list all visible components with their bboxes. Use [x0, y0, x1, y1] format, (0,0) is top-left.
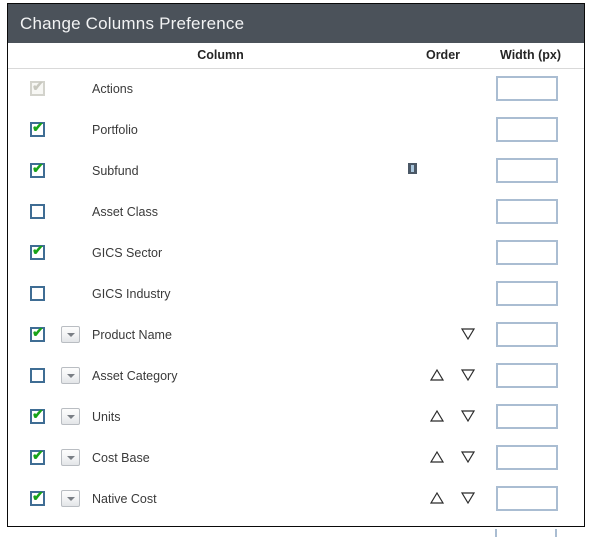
checkmark-icon: ✔: [32, 324, 44, 340]
column-header-order: Order: [425, 48, 461, 62]
columns-list: ✔ Actions ✔ Portfolio ✔ Subfund ✔ Asset Class ✔ G…: [8, 69, 584, 520]
chevron-down-icon: [67, 374, 75, 378]
column-width-input[interactable]: [496, 281, 558, 306]
chevron-down-icon: [67, 333, 75, 337]
column-visibility-checkbox[interactable]: ✔: [30, 406, 45, 424]
move-down-arrow-icon[interactable]: [460, 490, 476, 506]
checkmark-icon: ✔: [32, 447, 44, 463]
column-visibility-checkbox[interactable]: ✔: [30, 242, 45, 260]
column-header-column: Column: [197, 48, 244, 62]
column-visibility-checkbox[interactable]: ✔: [30, 488, 45, 506]
column-name-label: Portfolio: [92, 123, 138, 137]
column-width-input[interactable]: [496, 240, 558, 265]
checkmark-icon: ✔: [32, 160, 44, 176]
checkmark-icon: ✔: [32, 78, 44, 94]
column-width-input[interactable]: [496, 199, 558, 224]
row-options-dropdown-button[interactable]: [61, 367, 80, 384]
column-name-label: Cost Base: [92, 451, 150, 465]
row-options-dropdown-button[interactable]: [61, 408, 80, 425]
table-row: ✔ GICS Industry: [8, 274, 584, 315]
move-down-arrow-icon[interactable]: [460, 408, 476, 424]
dialog-title-bar: Change Columns Preference: [8, 4, 584, 43]
table-row: ✔ Portfolio: [8, 110, 584, 151]
column-visibility-checkbox[interactable]: ✔: [30, 160, 45, 178]
clipped-next-row: [7, 529, 585, 537]
checkmark-icon: ✔: [32, 488, 44, 504]
column-name-label: GICS Sector: [92, 246, 163, 260]
table-row: ✔ GICS Sector: [8, 233, 584, 274]
checkmark-icon: ✔: [32, 242, 44, 258]
column-name-label: Subfund: [92, 164, 139, 178]
column-width-input[interactable]: [496, 486, 558, 511]
column-name-label: Asset Class: [92, 205, 158, 219]
table-row: ✔ Asset Class: [8, 192, 584, 233]
column-name-label: Product Name: [92, 328, 172, 342]
column-width-input[interactable]: [496, 445, 558, 470]
table-row: ✔ Product Name: [8, 315, 584, 356]
column-width-input[interactable]: [496, 76, 558, 101]
move-up-arrow-icon[interactable]: [429, 449, 445, 465]
row-options-dropdown-button[interactable]: [61, 326, 80, 343]
width-input-clipped[interactable]: [495, 529, 557, 537]
column-width-input[interactable]: [496, 117, 558, 142]
move-down-arrow-icon[interactable]: [460, 326, 476, 342]
checkmark-icon: ✔: [32, 406, 44, 422]
column-width-input[interactable]: [496, 404, 558, 429]
table-row: ✔ Subfund: [8, 151, 584, 192]
table-row: ✔ Cost Base: [8, 438, 584, 479]
move-down-arrow-icon[interactable]: [460, 367, 476, 383]
checkmark-icon: ✔: [32, 119, 44, 135]
change-columns-preference-dialog: Change Columns Preference Column Order W…: [7, 3, 585, 527]
chevron-down-icon: [67, 497, 75, 501]
move-up-arrow-icon[interactable]: [429, 408, 445, 424]
column-width-input[interactable]: [496, 322, 558, 347]
column-visibility-checkbox[interactable]: ✔: [30, 204, 45, 219]
column-name-label: Native Cost: [92, 492, 157, 506]
table-header-row: Column Order Width (px): [8, 43, 584, 69]
move-down-arrow-icon[interactable]: [460, 449, 476, 465]
column-name-label: Actions: [92, 82, 133, 96]
chevron-down-icon: [67, 456, 75, 460]
column-visibility-checkbox[interactable]: ✔: [30, 286, 45, 301]
column-name-label: GICS Industry: [92, 287, 171, 301]
column-name-label: Asset Category: [92, 369, 178, 383]
row-options-dropdown-button[interactable]: [61, 490, 80, 507]
table-row: ✔ Native Cost: [8, 479, 584, 520]
column-visibility-checkbox[interactable]: ✔: [30, 119, 45, 137]
column-visibility-checkbox: ✔: [30, 78, 45, 96]
table-row: ✔ Units: [8, 397, 584, 438]
column-header-width: Width (px): [500, 48, 561, 62]
column-visibility-checkbox[interactable]: ✔: [30, 324, 45, 342]
column-name-label: Units: [92, 410, 121, 424]
column-width-input[interactable]: [496, 158, 558, 183]
broken-image-icon: [408, 163, 417, 174]
move-up-arrow-icon[interactable]: [429, 490, 445, 506]
column-visibility-checkbox[interactable]: ✔: [30, 447, 45, 465]
move-up-arrow-icon[interactable]: [429, 367, 445, 383]
table-row: ✔ Actions: [8, 69, 584, 110]
chevron-down-icon: [67, 415, 75, 419]
dialog-title: Change Columns Preference: [20, 13, 245, 33]
row-options-dropdown-button[interactable]: [61, 449, 80, 466]
column-width-input[interactable]: [496, 363, 558, 388]
column-visibility-checkbox[interactable]: ✔: [30, 368, 45, 383]
table-row: ✔ Asset Category: [8, 356, 584, 397]
